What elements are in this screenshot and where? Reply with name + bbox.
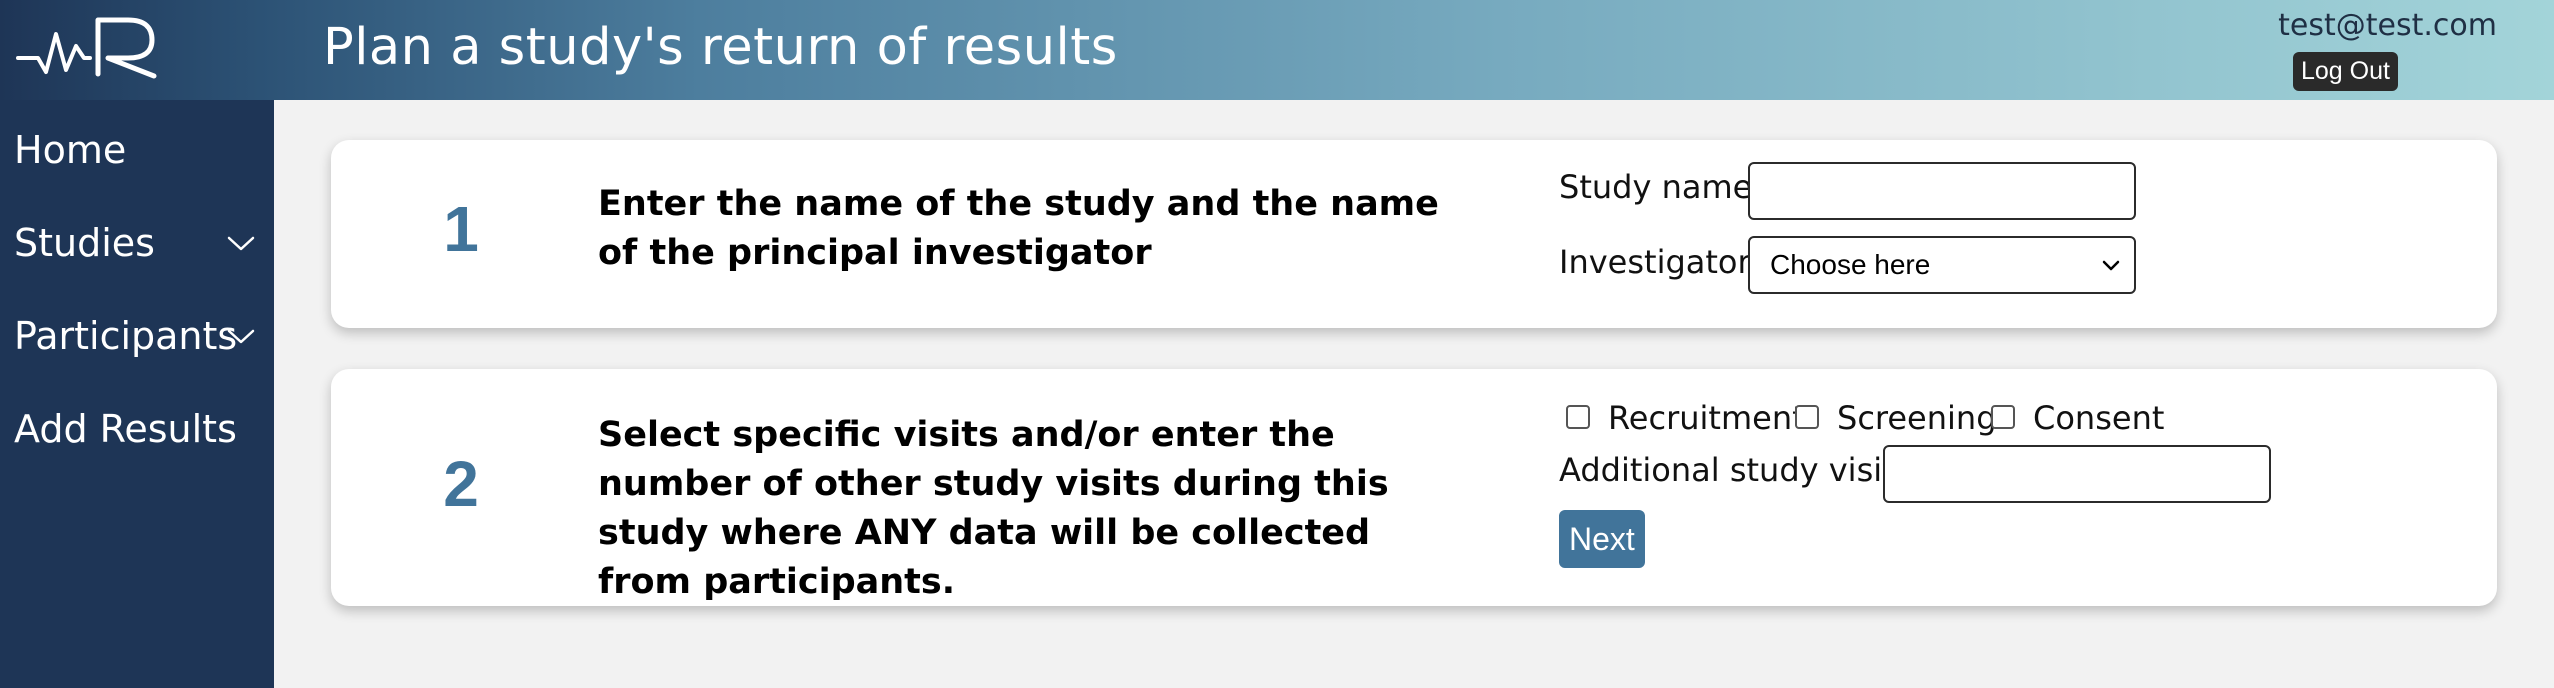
investigator-select[interactable]: Choose here — [1748, 236, 2136, 294]
sidebar: Home Studies Participants Add Results — [0, 100, 274, 688]
step-number: 1 — [443, 193, 479, 265]
step-card-1: 1 Enter the name of the study and the na… — [331, 140, 2497, 328]
additional-visits-label: Additional study visits — [1559, 451, 1912, 489]
chevron-down-icon[interactable] — [226, 308, 256, 364]
sidebar-item-home[interactable]: Home — [14, 122, 264, 178]
sidebar-item-label: Studies — [14, 221, 155, 265]
user-email: test@test.com — [2278, 8, 2497, 43]
app-logo-icon[interactable] — [16, 12, 166, 88]
sidebar-item-add-results[interactable]: Add Results — [14, 401, 264, 457]
sidebar-item-label: Add Results — [14, 407, 237, 451]
chevron-down-icon — [2102, 260, 2120, 271]
additional-visits-input[interactable] — [1883, 445, 2271, 503]
checkbox-label: Recruitment — [1608, 399, 1805, 437]
sidebar-item-label: Home — [14, 128, 127, 172]
page-title: Plan a study's return of results — [323, 18, 1118, 77]
study-name-label: Study name: — [1559, 168, 1764, 206]
chevron-down-icon[interactable] — [226, 215, 256, 271]
consent-checkbox[interactable] — [1991, 405, 2015, 429]
logout-button[interactable]: Log Out — [2293, 52, 2398, 91]
step-card-2: 2 Select specific visits and/or enter th… — [331, 369, 2497, 606]
step-instruction: Select specific visits and/or enter the … — [598, 415, 1389, 602]
sidebar-item-participants[interactable]: Participants — [14, 308, 264, 364]
sidebar-item-label: Participants — [14, 314, 238, 358]
checkbox-label: Consent — [2033, 399, 2165, 437]
recruitment-checkbox[interactable] — [1566, 405, 1590, 429]
study-name-input[interactable] — [1748, 162, 2136, 220]
step-number: 2 — [443, 448, 479, 520]
checkbox-label: Screening — [1837, 399, 1997, 437]
screening-checkbox[interactable] — [1795, 405, 1819, 429]
next-button[interactable]: Next — [1559, 510, 1645, 568]
top-header: Plan a study's return of results test@te… — [0, 0, 2554, 100]
sidebar-item-studies[interactable]: Studies — [14, 215, 264, 271]
step-instruction: Enter the name of the study and the name… — [598, 184, 1439, 273]
investigator-selected-value: Choose here — [1770, 249, 1931, 280]
investigator-label: Investigator: — [1559, 243, 1761, 281]
